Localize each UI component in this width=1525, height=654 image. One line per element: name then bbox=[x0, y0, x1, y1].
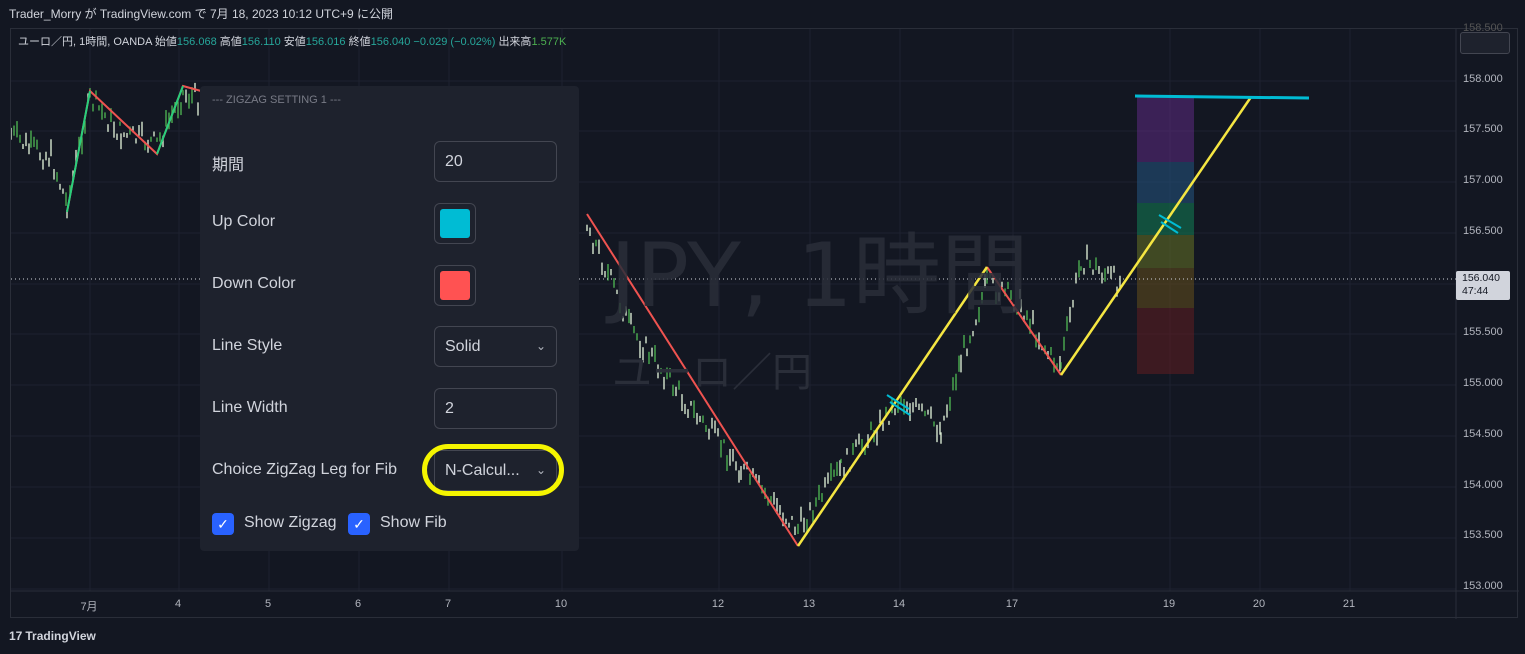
tradingview-logo-text: TradingView bbox=[25, 629, 96, 643]
fib-retracement-boxes bbox=[1137, 97, 1194, 374]
legend-open: 156.068 bbox=[176, 36, 217, 48]
fib-zone-6 bbox=[1137, 308, 1194, 374]
up-color-swatch bbox=[440, 209, 470, 238]
symbol-watermark: JPY, 1時間 bbox=[610, 224, 1029, 327]
time-axis-label: 21 bbox=[1342, 598, 1356, 610]
time-axis-label: 5 bbox=[264, 598, 272, 610]
fib-zone-1 bbox=[1137, 97, 1194, 162]
price-label-top-cut: 158.500 bbox=[1463, 22, 1503, 34]
time-axis-label: 20 bbox=[1252, 598, 1266, 610]
tradingview-logo[interactable]: 17 TradingView bbox=[9, 629, 96, 643]
down-color-label: Down Color bbox=[212, 275, 296, 292]
n-target-line bbox=[1134, 94, 1310, 100]
legend-close-label: 終値 bbox=[348, 36, 371, 48]
panel-section-title: --- ZIGZAG SETTING 1 --- bbox=[212, 94, 341, 106]
legend-low-label: 安値 bbox=[283, 36, 306, 48]
yellow-highlight-annotation bbox=[422, 444, 564, 496]
price-axis-label: 154.500 bbox=[1463, 428, 1503, 440]
fib-zone-5 bbox=[1137, 268, 1194, 308]
tradingview-logo-icon: 17 bbox=[9, 629, 23, 643]
legend-high: 156.110 bbox=[241, 36, 281, 48]
zigzag-up-leg-1 bbox=[66, 90, 91, 213]
legend-low: 156.016 bbox=[305, 36, 346, 48]
price-axis-label: 153.000 bbox=[1463, 580, 1503, 592]
chevron-down-icon: ⌄ bbox=[535, 339, 546, 353]
symbol-legend: ユーロ／円, 1時間, OANDA 始値156.068 高値156.110 安値… bbox=[18, 33, 566, 49]
show-fib-label[interactable]: Show Fib bbox=[380, 514, 447, 532]
tradingview-window: Trader_Morry が TradingView.com で 7月 18, … bbox=[0, 0, 1525, 654]
price-axis-label: 157.000 bbox=[1463, 174, 1503, 186]
up-color-label: Up Color bbox=[212, 213, 276, 230]
publisher-text: Trader_Morry が TradingView.com で 7月 18, … bbox=[9, 7, 394, 21]
legend-close: 156.040 bbox=[370, 36, 411, 48]
legend-volume: 1.577K bbox=[531, 36, 567, 48]
legend-change: −0.029 (−0.02%) bbox=[413, 36, 496, 48]
time-axis-label: 7 bbox=[444, 598, 452, 610]
time-axis-label: 6 bbox=[354, 598, 362, 610]
price-axis-label: 155.000 bbox=[1463, 377, 1503, 389]
current-price-value: 156.040 bbox=[1462, 272, 1500, 284]
line-style-label: Line Style bbox=[212, 337, 283, 354]
symbol-watermark-sub: ユーロ／円 bbox=[612, 350, 812, 396]
legend-symbol[interactable]: ユーロ／円, 1時間, OANDA bbox=[18, 36, 152, 48]
time-axis-label: 13 bbox=[802, 598, 816, 610]
show-zigzag-checkbox[interactable]: ✓ bbox=[212, 513, 234, 535]
line-style-select[interactable]: Solid ⌄ bbox=[434, 326, 557, 367]
time-axis-label: 7月 bbox=[80, 601, 98, 613]
bar-countdown: 47:44 bbox=[1462, 285, 1489, 297]
price-scale-button[interactable] bbox=[1460, 32, 1510, 54]
price-axis-label: 155.500 bbox=[1463, 326, 1503, 338]
price-axis-label: 157.500 bbox=[1463, 123, 1503, 135]
current-price-tag: 156.040 47:44 bbox=[1456, 271, 1510, 300]
legend-volume-label: 出来高 bbox=[498, 36, 532, 48]
price-axis-label: 156.500 bbox=[1463, 225, 1503, 237]
time-axis-label: 12 bbox=[711, 598, 725, 610]
time-axis-label: 19 bbox=[1162, 598, 1176, 610]
show-fib-checkbox[interactable]: ✓ bbox=[348, 513, 370, 535]
price-axis-label: 154.000 bbox=[1463, 479, 1503, 491]
time-axis-label: 4 bbox=[174, 598, 182, 610]
price-axis-label: 153.500 bbox=[1463, 529, 1503, 541]
down-color-picker[interactable] bbox=[434, 265, 476, 306]
show-zigzag-label[interactable]: Show Zigzag bbox=[244, 514, 337, 532]
time-axis-label: 17 bbox=[1005, 598, 1019, 610]
fib-zone-2 bbox=[1137, 162, 1194, 203]
fib-leg-label: Choice ZigZag Leg for Fib bbox=[212, 461, 397, 478]
period-label: 期間 bbox=[212, 157, 245, 174]
legend-open-label: 始値 bbox=[154, 36, 177, 48]
publisher-bar: Trader_Morry が TradingView.com で 7月 18, … bbox=[0, 0, 1525, 28]
price-axis-label: 158.000 bbox=[1463, 73, 1503, 85]
legend-high-label: 高値 bbox=[219, 36, 242, 48]
time-axis-label: 14 bbox=[892, 598, 906, 610]
line-width-label: Line Width bbox=[212, 399, 288, 416]
period-input[interactable]: 20 bbox=[434, 141, 557, 182]
line-width-input[interactable]: 2 bbox=[434, 388, 557, 429]
footer-bar bbox=[0, 620, 1525, 654]
time-axis-label: 10 bbox=[554, 598, 568, 610]
line-style-value: Solid bbox=[445, 338, 481, 355]
down-color-swatch bbox=[440, 271, 470, 300]
up-color-picker[interactable] bbox=[434, 203, 476, 244]
